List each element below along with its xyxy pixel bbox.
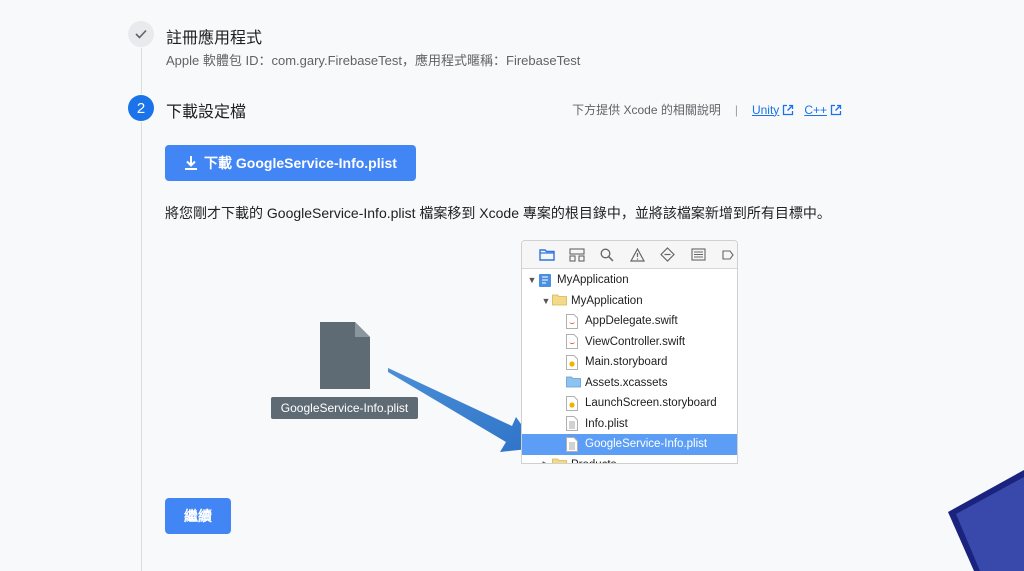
- unity-link-label: Unity: [751, 102, 780, 117]
- tree-row-label: Products: [571, 459, 616, 463]
- disclosure-open-icon[interactable]: ▼: [540, 296, 552, 306]
- tree-row-label: AppDelegate.swift: [585, 315, 678, 328]
- tree-row[interactable]: ▶ Products: [522, 455, 737, 463]
- download-button-label: 下載 GoogleService-Info.plist: [204, 155, 397, 171]
- cpp-link-label: C++: [804, 102, 827, 117]
- tree-row-label: LaunchScreen.storyboard: [585, 397, 717, 410]
- continue-button[interactable]: 繼續: [165, 498, 231, 534]
- assets-folder-icon: [566, 375, 581, 390]
- storyboard-icon: [566, 354, 580, 370]
- help-separator: |: [734, 102, 738, 117]
- help-links: 下方提供 Xcode 的相關說明 | Unity C++: [572, 101, 842, 118]
- instruction-text: 將您剛才下載的 GoogleService-Info.plist 檔案移到 Xc…: [165, 205, 831, 221]
- step1-title: 註冊應用程式: [166, 30, 263, 47]
- list-icon[interactable]: [689, 247, 706, 263]
- decorative-corner-shape: [948, 470, 1024, 571]
- cpp-link[interactable]: C++: [804, 103, 842, 117]
- tree-row-label: MyApplication: [571, 294, 643, 307]
- tree-row[interactable]: ▼ MyApplication: [522, 291, 737, 312]
- tree-row-label: Main.storyboard: [585, 356, 668, 369]
- unity-link[interactable]: Unity: [752, 103, 794, 117]
- file-tree: ▼ MyApplication ▼ MyApplication AppDelegate.…: [522, 269, 737, 463]
- plist-icon: [566, 416, 580, 432]
- disclosure-open-icon[interactable]: ▼: [526, 275, 538, 285]
- step1-subtitle: Apple 軟體包 ID：com.gary.FirebaseTest，應用程式暱…: [166, 53, 581, 68]
- tree-row-label: MyApplication: [557, 274, 629, 287]
- tree-row-label: Assets.xcassets: [585, 376, 668, 389]
- warning-icon[interactable]: [629, 247, 646, 263]
- step2-title: 下載設定檔: [166, 104, 247, 121]
- folder-icon: [552, 457, 567, 463]
- step-rail-bottom: [141, 122, 142, 571]
- project-icon: [538, 273, 552, 288]
- folder-icon: [552, 293, 567, 308]
- plist-file-icon: [320, 322, 370, 389]
- tree-row-selected[interactable]: GoogleService-Info.plist: [522, 434, 737, 455]
- tree-row[interactable]: Info.plist: [522, 414, 737, 435]
- step2-number: 2: [128, 95, 154, 121]
- tree-row-label: GoogleService-Info.plist: [585, 438, 708, 451]
- tree-row-label: ViewController.swift: [585, 335, 686, 348]
- download-icon: [185, 156, 198, 170]
- tree-row-label: Info.plist: [585, 417, 628, 430]
- tag-icon[interactable]: [720, 247, 737, 263]
- search-icon[interactable]: [599, 247, 616, 263]
- tree-row[interactable]: LaunchScreen.storyboard: [522, 393, 737, 414]
- xcode-toolbar: [522, 241, 737, 269]
- help-text: 下方提供 Xcode 的相關說明: [572, 103, 721, 117]
- xcode-navigator: ▼ MyApplication ▼ MyApplication AppDelegate.…: [521, 240, 738, 464]
- storyboard-icon: [566, 395, 580, 411]
- step-rail-top: [141, 48, 142, 94]
- tree-row[interactable]: ViewController.swift: [522, 332, 737, 353]
- hierarchy-icon[interactable]: [568, 247, 585, 263]
- folder-icon[interactable]: [538, 247, 555, 263]
- tree-row[interactable]: Main.storyboard: [522, 352, 737, 373]
- disclosure-closed-icon[interactable]: ▶: [540, 459, 552, 463]
- breakpoint-icon[interactable]: [659, 247, 676, 263]
- swift-file-icon: [566, 334, 580, 350]
- plist-icon: [566, 436, 580, 452]
- tree-row[interactable]: ▼ MyApplication: [522, 270, 737, 291]
- step1-check-icon: [128, 21, 154, 47]
- external-link-icon: [783, 104, 794, 115]
- download-plist-button[interactable]: 下載 GoogleService-Info.plist: [165, 145, 416, 181]
- tree-row[interactable]: AppDelegate.swift: [522, 311, 737, 332]
- swift-file-icon: [566, 313, 580, 329]
- external-link-icon: [830, 104, 842, 115]
- tree-row[interactable]: Assets.xcassets: [522, 373, 737, 394]
